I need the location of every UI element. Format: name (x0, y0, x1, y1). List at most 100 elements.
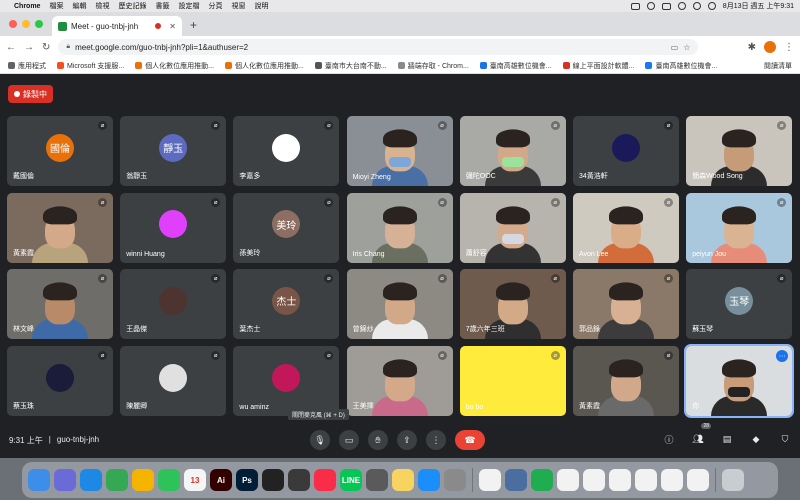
participant-tile[interactable]: ⌀ peiyun Jou (686, 192, 793, 263)
forward-arrow-icon[interactable]: → (24, 42, 34, 53)
participant-tile[interactable]: ⌀ 曾錦炒 (346, 269, 453, 340)
menubar-clock[interactable]: 8月13日 週五 上午9:31 (723, 1, 794, 11)
dock-document-3-icon[interactable] (583, 469, 605, 491)
microphone-button[interactable]: 🎙︎ (310, 430, 330, 450)
status-line-icon[interactable] (630, 2, 640, 10)
participants-button[interactable]: 👥︎ 28 (691, 423, 711, 446)
more-options-button[interactable]: ⋮ (426, 430, 446, 450)
leave-call-button[interactable]: ☎︎ (455, 430, 485, 450)
participant-tile[interactable]: ⌀ 李嘉多 (233, 116, 340, 186)
meeting-code[interactable]: guo-tnbj-jnh (57, 435, 99, 446)
participant-tile[interactable]: ⌀ winni Huang (120, 192, 227, 263)
participant-tile[interactable]: 國倫 ⌀ 戴國倫 (7, 116, 113, 186)
dock-document-5-icon[interactable] (635, 469, 657, 491)
zoom-window-button[interactable] (35, 20, 43, 28)
dock-finder-icon[interactable] (28, 469, 50, 491)
reading-list[interactable]: 閱讀清單 (761, 61, 792, 71)
participant-tile[interactable]: ⌀ 黃素霞 (573, 346, 679, 417)
chat-button[interactable]: ▤ (720, 432, 734, 446)
participant-tile[interactable]: ⌀ Mioyi Zheng (346, 116, 453, 186)
dock-document-2-icon[interactable] (557, 469, 579, 491)
participant-tile[interactable]: ⌀ 黃素霞 (7, 192, 113, 263)
participant-tile[interactable]: ⌀ 王美擇 (346, 346, 453, 417)
dock-facetime-icon[interactable] (158, 469, 180, 491)
dock-app-store-icon[interactable] (418, 469, 440, 491)
present-screen-button[interactable]: ⇪ (397, 430, 417, 450)
dock-calendar-icon[interactable]: 13 (184, 469, 206, 491)
status-battery-icon[interactable] (661, 2, 671, 10)
raise-hand-button[interactable]: ✋︎ (368, 430, 388, 450)
extensions-puzzle-icon[interactable]: ✱ (748, 42, 756, 53)
bookmark-tainan-digital-1[interactable]: 臺南高雄數位機會... (479, 61, 552, 71)
participant-tile[interactable]: ⌀ bo bo (459, 346, 566, 417)
participant-tile[interactable]: ⌀ 陳麗卿 (120, 346, 227, 417)
dock-chrome-icon[interactable] (106, 469, 128, 491)
dock-document-4-icon[interactable] (609, 469, 631, 491)
reload-icon[interactable]: ↻ (42, 42, 50, 53)
activities-button[interactable]: ◆ (749, 432, 763, 446)
status-sync-icon[interactable] (646, 2, 655, 10)
bookmark-microsoft-support[interactable]: Microsoft 支援服... (57, 61, 124, 71)
dock-monitor-icon[interactable] (505, 469, 527, 491)
dock-line-icon[interactable]: LINE (340, 469, 362, 491)
dock-quicktime-icon[interactable] (288, 469, 310, 491)
meeting-details-button[interactable]: ⓘ (662, 432, 676, 446)
chrome-menu-icon[interactable]: ⋮ (784, 42, 794, 53)
dock-photoshop-icon[interactable]: Ps (236, 469, 258, 491)
dock-document-1-icon[interactable] (479, 469, 501, 491)
close-window-button[interactable] (9, 20, 17, 28)
participant-tile[interactable]: ⌀ 彌陀OOC (459, 116, 566, 186)
address-bar[interactable]: 🔒︎ meet.google.com/guo-tnbj-jnh?pli=1&au… (58, 39, 699, 55)
dock-system-preferences-icon[interactable] (444, 469, 466, 491)
bookmark-digital-2[interactable]: 個人化數位應用推動... (225, 61, 304, 71)
participant-tile[interactable]: 玉琴 ⌀ 蘇玉琴 (686, 269, 793, 340)
browser-tab-meet[interactable]: Meet - guo-tnbj-jnh ✕ (52, 16, 182, 36)
menu-file[interactable]: 檔案 (49, 1, 63, 11)
participant-tile[interactable]: ⌀ 蔡玉珠 (7, 346, 113, 417)
participant-tile[interactable]: ⌀ 7歲六年三班 (459, 269, 566, 340)
back-arrow-icon[interactable]: ← (6, 42, 16, 53)
dock-document-6-icon[interactable] (661, 469, 683, 491)
control-center-icon[interactable] (707, 2, 716, 10)
participant-tile[interactable]: ⌀ Avon Lee (573, 192, 679, 263)
menu-tab[interactable]: 分頁 (208, 1, 222, 11)
camera-button[interactable]: ▭ (339, 430, 359, 450)
participant-tile[interactable]: ⌀ 王晶傑 (120, 269, 227, 340)
search-spotlight-icon[interactable] (692, 2, 701, 10)
bookmark-apps[interactable]: 應用程式 (8, 61, 46, 71)
dock-notes-icon[interactable] (392, 469, 414, 491)
menu-bookmarks[interactable]: 書籤 (155, 1, 169, 11)
new-tab-button[interactable]: + (190, 18, 197, 32)
dock-calculator-icon[interactable] (366, 469, 388, 491)
menu-edit[interactable]: 編輯 (72, 1, 86, 11)
dock-photos-icon[interactable] (132, 469, 154, 491)
install-app-icon[interactable]: ▭ (671, 43, 679, 52)
participant-tile[interactable]: ⋯ 你 (684, 344, 795, 419)
participant-tile[interactable]: 美玲 ⌀ 孫美玲 (233, 192, 340, 263)
menu-profiles[interactable]: 設定檔 (178, 1, 199, 11)
menu-window[interactable]: 視窗 (231, 1, 245, 11)
dock-launchpad-icon[interactable] (54, 469, 76, 491)
menu-help[interactable]: 說明 (254, 1, 268, 11)
participant-tile[interactable]: ⌀ 簡森Wood Song (686, 116, 793, 186)
profile-avatar[interactable] (764, 41, 776, 53)
participant-tile[interactable]: ⌀ Iris Chang (346, 192, 453, 263)
dock-illustrator-icon[interactable]: Ai (210, 469, 232, 491)
minimize-window-button[interactable] (22, 20, 30, 28)
participant-tile[interactable]: ⌀ 蕭舒容 (459, 192, 566, 263)
bookmark-star-icon[interactable]: ☆ (683, 43, 690, 52)
close-tab-icon[interactable]: ✕ (169, 22, 176, 31)
host-controls-button[interactable]: ⛉ (778, 432, 792, 446)
wifi-icon[interactable] (677, 2, 686, 10)
menu-view[interactable]: 檢視 (95, 1, 109, 11)
participant-tile[interactable]: ⌀ 34黃浩軒 (573, 116, 679, 186)
participant-tile[interactable]: ⌀ wu aminz (233, 346, 340, 417)
menu-history[interactable]: 歷史記錄 (118, 1, 146, 11)
dock-document-7-icon[interactable] (687, 469, 709, 491)
participant-tile[interactable]: ⌀ 林文峰 (7, 269, 113, 340)
participant-tile[interactable]: ⌀ 郭品錄 (573, 269, 679, 340)
recording-badge[interactable]: 錄製中 (8, 85, 53, 103)
dock-trash-icon[interactable] (722, 469, 744, 491)
dock-music-icon[interactable] (314, 469, 336, 491)
bookmark-tainan-realestate[interactable]: 臺南市大台南不動... (314, 61, 387, 71)
